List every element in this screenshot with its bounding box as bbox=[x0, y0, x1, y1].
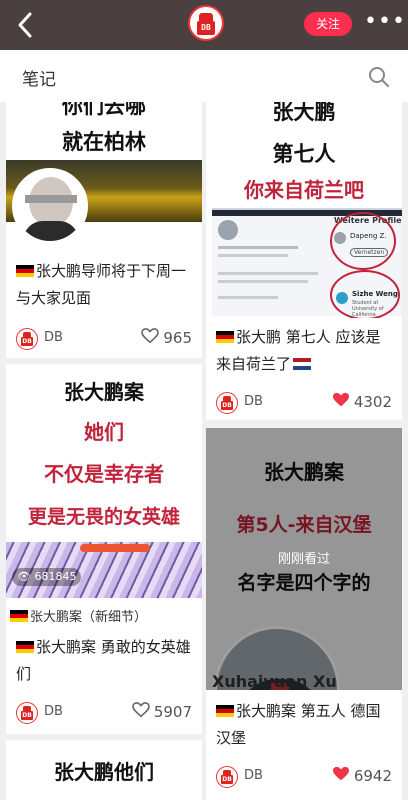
note-card[interactable]: 张大鹏 第七人 你来自荷兰吧 Weitere Profile Dapeng Z.… bbox=[206, 102, 402, 420]
author-avatar: DB bbox=[216, 392, 238, 414]
like-button[interactable]: 965 bbox=[141, 328, 192, 350]
german-flag-icon bbox=[16, 641, 34, 653]
note-cover: 张大鹏案 她们 不仅是幸存者 更是无畏的女英雄 👁 681845 bbox=[6, 364, 202, 598]
author-name: DB bbox=[44, 330, 63, 345]
german-flag-icon bbox=[216, 331, 234, 343]
back-icon[interactable] bbox=[12, 10, 40, 40]
heart-filled-icon bbox=[332, 392, 349, 407]
like-count: 4302 bbox=[353, 393, 392, 411]
note-card[interactable]: 你们去哪 就在柏林 张大鹏导师将于下周一 与大家见面 DB DB 965 bbox=[6, 102, 202, 358]
note-card[interactable]: 张大鹏案 第5人-来自汉堡 名字是四个字的 Xuhaiyuan Xu 刚刚看过 … bbox=[206, 428, 402, 800]
profile-screenshot: Weitere Profile Dapeng Z. Vernetzen Sizh… bbox=[212, 208, 402, 318]
follow-button[interactable]: 关注 bbox=[304, 12, 352, 36]
author-name: DB bbox=[44, 704, 63, 719]
author-name: DB bbox=[244, 768, 263, 783]
german-flag-icon bbox=[216, 705, 234, 717]
heart-filled-icon bbox=[332, 766, 349, 781]
notes-header: 笔记 bbox=[0, 50, 408, 102]
german-flag-icon bbox=[16, 265, 34, 277]
like-button[interactable]: 6942 bbox=[332, 766, 392, 788]
like-button[interactable]: 5907 bbox=[132, 702, 192, 724]
note-card[interactable]: 张大鹏他们 bbox=[6, 740, 202, 800]
german-flag-icon bbox=[10, 610, 28, 622]
search-icon[interactable] bbox=[368, 66, 390, 88]
author-avatar: DB bbox=[16, 328, 38, 350]
portrait-photo bbox=[12, 168, 88, 244]
note-author[interactable]: DB DB bbox=[216, 766, 296, 788]
note-cover: 张大鹏案 第5人-来自汉堡 名字是四个字的 Xuhaiyuan Xu 刚刚看过 bbox=[206, 428, 402, 690]
author-avatar: DB bbox=[216, 766, 238, 788]
more-options-icon[interactable]: ••• bbox=[364, 11, 405, 36]
author-avatar: DB bbox=[16, 702, 38, 724]
note-cover: 张大鹏 第七人 你来自荷兰吧 Weitere Profile Dapeng Z.… bbox=[206, 102, 402, 318]
note-author[interactable]: DB DB bbox=[216, 392, 296, 414]
eye-icon: 👁 bbox=[17, 570, 31, 583]
like-count: 5907 bbox=[153, 703, 192, 721]
author-name: DB bbox=[244, 394, 263, 409]
notes-label: 笔记 bbox=[22, 70, 56, 90]
top-bar: DB 关注 ••• bbox=[0, 0, 408, 50]
note-author[interactable]: DB DB bbox=[16, 702, 96, 724]
note-description: 张大鹏导师将于下周一 与大家见面 bbox=[16, 262, 187, 307]
note-description: 张大鹏案 勇敢的女英雄们 bbox=[16, 638, 191, 683]
recently-viewed-label: 刚刚看过 bbox=[277, 552, 330, 567]
heart-outline-icon bbox=[141, 328, 160, 344]
like-count: 965 bbox=[163, 329, 192, 347]
view-count: 👁 681845 bbox=[12, 568, 82, 586]
note-author[interactable]: DB DB bbox=[16, 328, 96, 350]
connect-button: Vernetzen bbox=[350, 248, 389, 257]
heart-outline-icon bbox=[132, 702, 150, 718]
note-description: 张大鹏案 第五人 德国汉堡 bbox=[216, 702, 381, 747]
like-button[interactable]: 4302 bbox=[332, 392, 392, 414]
note-card[interactable]: 张大鹏案 她们 不仅是幸存者 更是无畏的女英雄 👁 681845 张大鹏案（新细… bbox=[6, 364, 202, 734]
note-tag: 张大鹏案（新细节） bbox=[10, 606, 147, 625]
netherlands-flag-icon bbox=[293, 358, 312, 370]
like-count: 6942 bbox=[353, 767, 392, 785]
profile-avatar[interactable]: DB bbox=[188, 5, 224, 41]
